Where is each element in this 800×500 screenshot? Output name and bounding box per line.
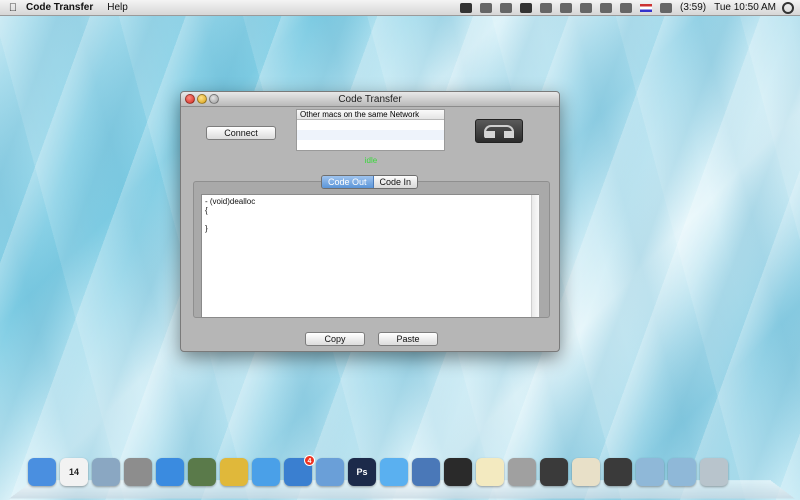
preview-icon[interactable] [316,458,344,486]
tab-code-in[interactable]: Code In [373,176,418,188]
input-source-flag-icon[interactable] [639,3,652,12]
system-preferences-icon[interactable] [124,458,152,486]
menu-extra-icon[interactable] [459,2,472,13]
menu-extra-icon[interactable] [499,2,512,13]
list-item[interactable] [297,140,444,150]
keychain-icon[interactable] [220,458,248,486]
calendar-icon[interactable]: 14 [60,458,88,486]
textedit-icon[interactable] [476,458,504,486]
battery-time[interactable]: (3:59) [680,2,706,13]
imovie-icon[interactable] [540,458,568,486]
window-title: Code Transfer [338,94,402,105]
window-titlebar[interactable]: Code Transfer [181,92,559,107]
display-icon[interactable] [539,2,552,13]
dock-icon-label: 14 [68,467,79,477]
audio-icon[interactable] [508,458,536,486]
help-menu[interactable]: Help [107,2,128,13]
dock: 14 4 Ps [9,455,795,500]
code-text-area[interactable]: - (void)dealloc { } [201,194,539,318]
close-button[interactable] [185,94,195,104]
list-item[interactable] [297,130,444,140]
safari-icon[interactable] [380,458,408,486]
app-menu[interactable]: Code Transfer [26,2,93,13]
spotlight-icon[interactable] [782,1,794,14]
menu-extra-icon[interactable] [479,2,492,13]
ichat-icon[interactable] [252,458,280,486]
wifi-icon[interactable] [619,2,632,13]
menu-extra-icon[interactable] [519,2,532,13]
app-store-icon[interactable]: 4 [284,455,315,486]
tab-bar: Code Out Code In [321,175,419,189]
notification-badge: 4 [304,455,315,466]
connection-status: idle [364,156,378,165]
photoshop-icon[interactable]: Ps [348,458,376,486]
documents-folder-icon[interactable] [668,458,696,486]
menubar-clock[interactable]: Tue 10:50 AM [714,2,776,13]
dock-icon-label: Ps [356,467,368,477]
apple-menu-icon[interactable]:  [0,2,26,14]
minimize-button[interactable] [197,94,207,104]
bluetooth-icon[interactable] [579,2,592,13]
volume-icon[interactable] [599,2,612,13]
mail-icon[interactable] [92,458,120,486]
trash-icon[interactable] [700,458,728,486]
finder-icon[interactable] [28,458,56,486]
battery-icon[interactable] [659,2,672,13]
network-list-header: Other macs on the same Network [297,110,444,120]
dock-icons: 14 4 Ps [28,455,728,486]
ios-simulator-icon[interactable] [444,458,472,486]
xcode-icon[interactable] [412,458,440,486]
connect-button[interactable]: Connect [206,126,276,140]
copy-button[interactable]: Copy [305,332,365,346]
network-list[interactable]: Other macs on the same Network [296,109,445,151]
code-scrollbar[interactable] [531,195,539,317]
menu-bar:  Code Transfer Help (3:59) Tue 10:50 AM [0,0,800,16]
paste-button[interactable]: Paste [378,332,438,346]
code-transfer-icon[interactable] [604,458,632,486]
tab-code-out[interactable]: Code Out [322,176,374,188]
time-machine-icon[interactable] [559,2,572,13]
zoom-button[interactable] [209,94,219,104]
applications-folder-icon[interactable] [636,458,664,486]
list-item[interactable] [297,120,444,130]
script-icon[interactable] [572,458,600,486]
itunes-icon[interactable] [156,458,184,486]
iphoto-icon[interactable] [188,458,216,486]
connection-icon [475,119,523,143]
code-transfer-window: Code Transfer Connect Other macs on the … [180,91,560,352]
